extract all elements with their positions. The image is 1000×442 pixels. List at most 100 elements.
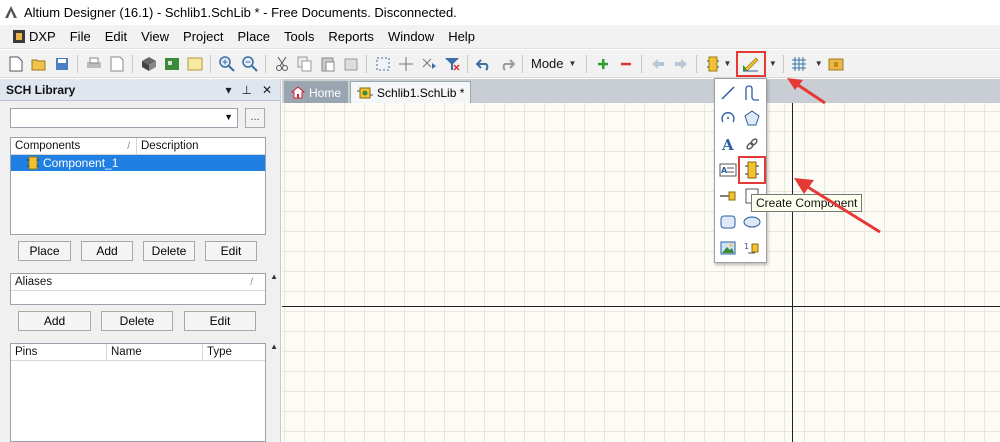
svg-text:A: A (721, 166, 728, 175)
clear-filter-icon[interactable] (442, 54, 462, 74)
image-icon[interactable] (718, 238, 738, 258)
textframe-icon[interactable]: A (718, 160, 738, 180)
menu-window[interactable]: Window (381, 26, 441, 48)
undo-icon[interactable] (474, 54, 494, 74)
add-button[interactable]: Add (81, 241, 133, 261)
menu-bar: DXP File Edit View Project Place Tools R… (0, 25, 1000, 49)
column-header-pins[interactable]: Pins (11, 344, 107, 360)
zoom-in-icon[interactable] (217, 54, 237, 74)
toolbar-separator (782, 54, 784, 73)
caret-down-icon: ▼ (568, 59, 577, 68)
components-list[interactable]: Components / Description Component_1 (10, 137, 266, 235)
menu-dxp[interactable]: DXP (6, 26, 63, 48)
place-button[interactable]: Place (18, 241, 71, 261)
pin-icon[interactable] (718, 186, 738, 206)
mode-dropdown[interactable]: Mode ▼ (527, 56, 582, 71)
panel-menu-icon[interactable]: ▾ (225, 83, 231, 97)
toolbar-separator (586, 54, 588, 73)
column-header-components[interactable]: Components / (11, 138, 137, 154)
altium-logo-icon (5, 6, 17, 18)
sort-icon: / (250, 276, 253, 288)
print-icon[interactable] (84, 54, 104, 74)
forward-arrow-icon[interactable] (671, 54, 691, 74)
delete-button[interactable]: Delete (143, 241, 195, 261)
column-header-aliases[interactable]: Aliases / (11, 274, 265, 290)
menu-help[interactable]: Help (441, 26, 482, 48)
text-icon[interactable]: A (718, 134, 738, 154)
mode-label: Mode (531, 56, 564, 71)
rubber-stamp-icon[interactable] (341, 54, 361, 74)
tab-home[interactable]: Home (284, 81, 349, 103)
alias-delete-button[interactable]: Delete (101, 311, 173, 331)
caret-down-icon[interactable]: ▼ (815, 59, 823, 68)
menu-tools[interactable]: Tools (277, 26, 321, 48)
save-icon[interactable] (52, 54, 72, 74)
tab-label: Home (309, 85, 342, 100)
select-area-icon[interactable] (373, 54, 393, 74)
cut-icon[interactable] (272, 54, 292, 74)
menu-project[interactable]: Project (176, 26, 230, 48)
tab-schlib[interactable]: Schlib1.SchLib * (350, 81, 472, 103)
polygon-icon[interactable] (742, 108, 762, 128)
arc-icon[interactable] (718, 108, 738, 128)
schematic-canvas[interactable] (282, 103, 1000, 442)
ic-part-icon[interactable] (703, 54, 723, 74)
open-folder-icon[interactable] (29, 54, 49, 74)
origin-axis-vertical (792, 103, 793, 442)
column-header-name[interactable]: Name (107, 344, 203, 360)
3d-view-icon[interactable] (139, 54, 159, 74)
library-filter-combo[interactable]: ▼ (10, 108, 238, 128)
close-icon[interactable]: ✕ (262, 83, 272, 97)
sch-library-panel: SCH Library ▾ ⊥ ✕ ▼ ... Components / Des… (0, 79, 281, 442)
title-bar: Altium Designer (16.1) - Schlib1.SchLib … (0, 0, 1000, 24)
menu-file[interactable]: File (63, 26, 98, 48)
edit-button[interactable]: Edit (205, 241, 257, 261)
zoom-out-icon[interactable] (240, 54, 260, 74)
back-arrow-icon[interactable] (648, 54, 668, 74)
link-icon[interactable] (742, 134, 762, 154)
column-header-description[interactable]: Description (137, 138, 265, 154)
caret-down-icon[interactable]: ▼ (723, 59, 731, 68)
list-item-component[interactable]: Component_1 (11, 155, 265, 171)
ellipse-icon[interactable] (742, 212, 762, 232)
panel-header: SCH Library ▾ ⊥ ✕ (0, 79, 280, 101)
deselect-icon[interactable] (419, 54, 439, 74)
grid-icon[interactable] (789, 54, 809, 74)
rounded-rectangle-icon[interactable] (718, 212, 738, 232)
library-folder-icon[interactable] (826, 54, 846, 74)
board-icon[interactable] (162, 54, 182, 74)
copy-icon[interactable] (295, 54, 315, 74)
scroll-up-icon[interactable]: ▲ (270, 342, 278, 351)
alias-edit-button[interactable]: Edit (184, 311, 256, 331)
redo-icon[interactable] (497, 54, 517, 74)
remove-minus-icon[interactable] (616, 54, 636, 74)
print-preview-icon[interactable] (107, 54, 127, 74)
line-icon[interactable] (718, 83, 738, 103)
menu-place[interactable]: Place (231, 26, 278, 48)
add-plus-icon[interactable] (593, 54, 613, 74)
sheet-icon[interactable] (185, 54, 205, 74)
dxp-icon (13, 30, 25, 43)
aliases-list[interactable]: Aliases / (10, 273, 266, 305)
origin-axis-horizontal (282, 306, 1000, 307)
ieee-symbol-icon[interactable]: 1 (742, 238, 762, 258)
alias-add-button[interactable]: Add (18, 311, 91, 331)
menu-label: DXP (29, 29, 56, 44)
menu-reports[interactable]: Reports (321, 26, 381, 48)
drawing-tools-button[interactable] (736, 50, 767, 77)
annotation-arrow-icon (794, 178, 881, 234)
column-header-type[interactable]: Type (203, 344, 265, 360)
new-document-icon[interactable] (6, 54, 26, 74)
menu-edit[interactable]: Edit (98, 26, 134, 48)
paste-icon[interactable] (318, 54, 338, 74)
move-icon[interactable] (396, 54, 416, 74)
scroll-up-icon[interactable]: ▲ (270, 272, 278, 281)
window-title: Altium Designer (16.1) - Schlib1.SchLib … (24, 4, 457, 20)
create-component-icon[interactable] (738, 156, 766, 184)
bezier-icon[interactable] (742, 83, 762, 103)
caret-down-icon[interactable]: ▼ (769, 59, 777, 68)
browse-button[interactable]: ... (245, 108, 265, 128)
pins-list[interactable]: Pins Name Type (10, 343, 266, 442)
pin-icon[interactable]: ⊥ (241, 83, 251, 97)
menu-view[interactable]: View (134, 26, 176, 48)
